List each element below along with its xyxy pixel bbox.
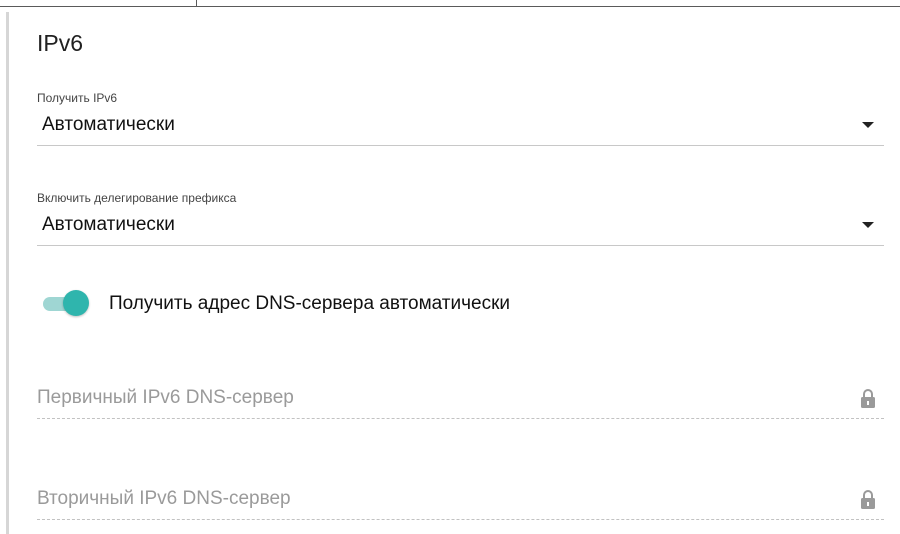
dns-auto-label: Получить адрес DNS-сервера автоматически: [109, 293, 511, 314]
primary-dns-input[interactable]: [37, 384, 837, 412]
prefix-delegation-label: Включить делегирование префикса: [37, 191, 237, 205]
chevron-down-icon: [862, 222, 874, 228]
secondary-dns-field: [37, 479, 884, 520]
section-title: IPv6: [37, 30, 84, 56]
section-left-rail: [6, 12, 9, 534]
obtain-ipv6-field: Получить IPv6 Автоматически: [37, 91, 884, 146]
obtain-ipv6-value: Автоматически: [42, 114, 175, 135]
toggle-thumb: [63, 290, 89, 316]
prefix-delegation-value: Автоматически: [42, 214, 175, 235]
dns-auto-toggle[interactable]: [41, 289, 93, 319]
prefix-delegation-field: Включить делегирование префикса Автомати…: [37, 191, 884, 246]
lock-icon: [861, 389, 875, 408]
primary-dns-field: [37, 378, 884, 419]
dns-auto-row: Получить адрес DNS-сервера автоматически: [41, 288, 510, 320]
chevron-down-icon: [862, 122, 874, 128]
top-divider-tick: [196, 0, 197, 6]
prefix-delegation-select[interactable]: Автоматически: [37, 205, 884, 246]
lock-icon: [861, 490, 875, 509]
obtain-ipv6-select[interactable]: Автоматически: [37, 105, 884, 146]
obtain-ipv6-label: Получить IPv6: [37, 91, 118, 105]
top-divider: [0, 0, 900, 7]
secondary-dns-input[interactable]: [37, 485, 837, 513]
